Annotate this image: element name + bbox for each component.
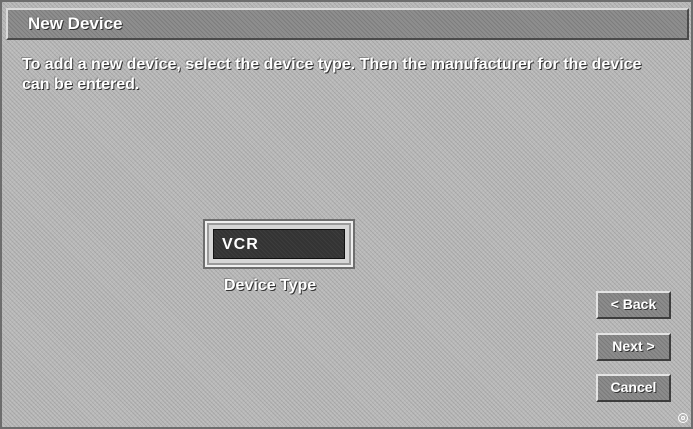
window-title: New Device bbox=[28, 14, 123, 33]
device-type-selector[interactable]: VCR bbox=[205, 221, 353, 267]
next-button[interactable]: Next > bbox=[596, 333, 671, 361]
title-bar: New Device bbox=[6, 8, 689, 40]
device-type-value: VCR bbox=[222, 236, 259, 253]
registered-mark-icon bbox=[678, 413, 688, 423]
device-type-value-box: VCR bbox=[213, 229, 345, 259]
cancel-button[interactable]: Cancel bbox=[596, 374, 671, 402]
device-type-label: Device Type bbox=[224, 277, 317, 294]
back-button[interactable]: < Back bbox=[596, 291, 671, 319]
instructions-text: To add a new device, select the device t… bbox=[22, 56, 642, 93]
new-device-screen: New Device To add a new device, select t… bbox=[0, 0, 693, 429]
